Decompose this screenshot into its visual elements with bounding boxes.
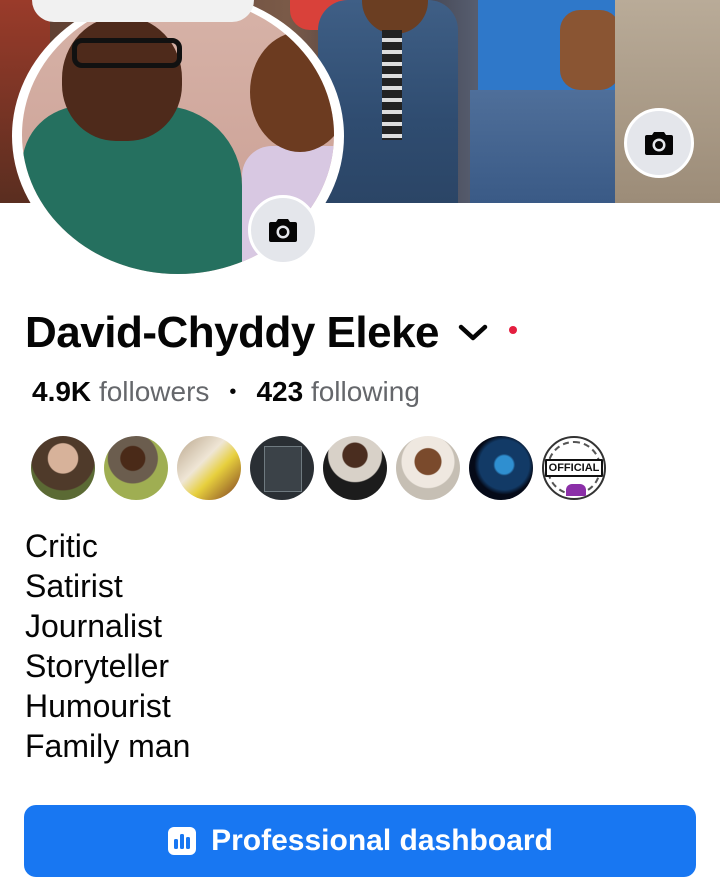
bar-chart-icon: [168, 827, 197, 855]
featured-avatar[interactable]: [177, 436, 241, 500]
bio: Critic Satirist Journalist Storyteller H…: [25, 526, 190, 766]
edit-profile-picture-button[interactable]: [248, 195, 318, 265]
stats-separator: •: [229, 380, 237, 403]
camera-icon: [645, 132, 673, 155]
professional-dashboard-label: Professional dashboard: [211, 824, 553, 857]
bio-line: Satirist: [25, 568, 123, 604]
followers-label: followers: [98, 376, 210, 407]
profile-name: David-Chyddy Eleke: [25, 308, 440, 357]
edit-cover-button[interactable]: [624, 108, 694, 178]
bio-line: Family man: [25, 728, 191, 764]
bio-line: Journalist: [25, 608, 162, 644]
followers-count: 4.9K: [32, 376, 92, 407]
followers-link[interactable]: 4.9K followers: [32, 376, 209, 408]
following-label: following: [310, 376, 420, 407]
following-link[interactable]: 423 following: [256, 376, 419, 408]
featured-avatar[interactable]: [396, 436, 460, 500]
bio-line: Humourist: [25, 688, 171, 724]
featured-avatar-official[interactable]: OFFICIAL: [542, 436, 606, 500]
following-count: 423: [256, 376, 304, 407]
featured-avatar[interactable]: [31, 436, 95, 500]
follow-stats: 4.9K followers • 423 following: [32, 376, 420, 408]
bio-line: Critic: [25, 528, 98, 564]
name-dropdown-button[interactable]: [455, 318, 491, 348]
professional-dashboard-button[interactable]: Professional dashboard: [24, 805, 696, 877]
featured-avatar[interactable]: [469, 436, 533, 500]
featured-avatar[interactable]: [104, 436, 168, 500]
profile-name-row: David-Chyddy Eleke: [25, 308, 518, 358]
chevron-down-icon: [458, 324, 488, 341]
featured-avatar[interactable]: [323, 436, 387, 500]
notification-dot: [509, 326, 518, 334]
bio-line: Storyteller: [25, 648, 170, 684]
featured-avatar[interactable]: [250, 436, 314, 500]
featured-avatars-row: OFFICIAL: [31, 436, 606, 500]
official-badge-text: OFFICIAL: [544, 459, 604, 477]
avatar-top-overlay: [32, 0, 254, 22]
camera-icon: [269, 219, 297, 242]
